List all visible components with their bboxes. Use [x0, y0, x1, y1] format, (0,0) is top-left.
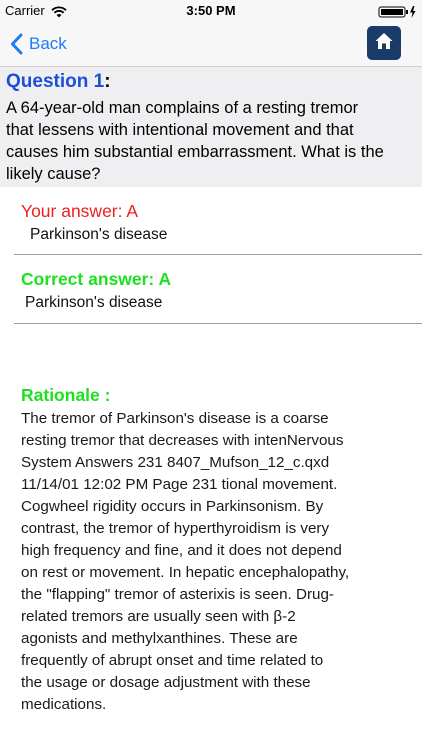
back-label: Back: [29, 34, 67, 53]
rationale-line: related tremors are usually seen with β-…: [21, 608, 296, 625]
rationale-line: medications.: [21, 696, 107, 713]
rationale-label: Rationale :: [21, 385, 111, 405]
rationale-line: the "flapping" tremor of asterixis is se…: [21, 586, 334, 603]
rationale-line: the usage or dosage adjustment with thes…: [21, 674, 311, 691]
correct-answer-value: Parkinson's disease: [25, 294, 163, 311]
home-button[interactable]: [367, 26, 401, 60]
back-button[interactable]: Back: [10, 30, 67, 58]
rationale-line: frequently of abrupt onset and time rela…: [21, 652, 324, 669]
divider: [14, 254, 422, 255]
question-block: Question 1: A 64-year-old man complains …: [0, 67, 422, 187]
question-label: Question 1: [6, 71, 105, 92]
rationale-line: The tremor of Parkinson's disease is a c…: [21, 410, 329, 427]
question-line: A 64-year-old man complains of a resting…: [6, 99, 359, 117]
question-text: A 64-year-old man complains of a resting…: [6, 97, 422, 185]
rationale-line: on rest or movement. In hepatic encephal…: [21, 564, 350, 581]
navigation-bar: Back: [0, 22, 422, 67]
rationale-line: System Answers 231 8407_Mufson_12_c.qxd: [21, 454, 330, 471]
status-bar: Carrier 3:50 PM: [0, 0, 422, 22]
question-line: that lessens with intentional movement a…: [6, 121, 354, 139]
rationale-line: agonists and methylxanthines. These are: [21, 630, 298, 647]
question-title: Question 1:: [6, 71, 111, 93]
battery-charging-icon: [378, 5, 418, 23]
rationale-line: 11/14/01 12:02 PM Page 231 tional moveme…: [21, 476, 338, 493]
question-label-colon: :: [104, 71, 111, 92]
question-line: causes him substantial embarrassment. Wh…: [6, 143, 384, 161]
quiz-review-screen: Carrier 3:50 PM Back Question 1: A 64-ye…: [0, 0, 422, 750]
your-answer-label: Your answer: A: [21, 201, 139, 221]
question-line: likely cause?: [6, 165, 101, 183]
your-answer-value: Parkinson's disease: [30, 226, 168, 243]
rationale-line: contrast, the tremor of hyperthyroidism …: [21, 520, 330, 537]
chevron-left-icon: [10, 33, 23, 55]
home-icon: [374, 31, 394, 56]
correct-answer-label: Correct answer: A: [21, 269, 172, 289]
rationale-line: high frequency and fine, and it does not…: [21, 542, 342, 559]
rationale-text: The tremor of Parkinson's disease is a c…: [21, 408, 421, 716]
divider: [14, 323, 422, 324]
status-time: 3:50 PM: [186, 3, 236, 18]
rationale-line: resting tremor that decreases with inten…: [21, 432, 344, 449]
rationale-line: Cogwheel rigidity occurs in Parkinsonism…: [21, 498, 324, 515]
